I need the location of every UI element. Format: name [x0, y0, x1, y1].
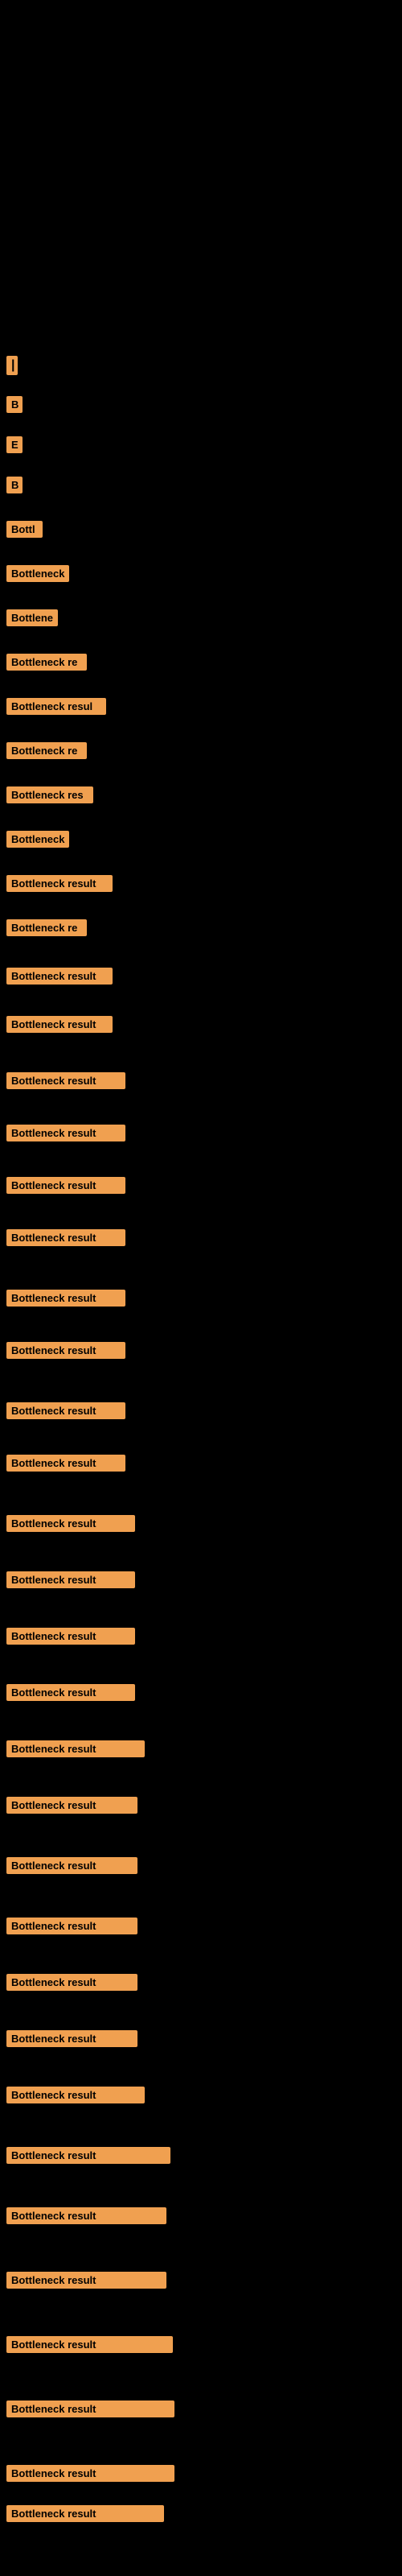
bottleneck-result-label: Bottleneck result: [6, 1684, 135, 1701]
bottleneck-result-label: Bottleneck: [6, 565, 69, 582]
bottleneck-result-label: Bottleneck result: [6, 875, 113, 892]
bottleneck-result-label: Bottleneck result: [6, 1974, 137, 1991]
bottleneck-result-label: Bottleneck result: [6, 1571, 135, 1588]
bottleneck-result-label: Bottleneck re: [6, 654, 87, 671]
bottleneck-result-label: Bottleneck result: [6, 2087, 145, 2103]
bottleneck-result-label: Bottleneck result: [6, 1016, 113, 1033]
bottleneck-result-label: Bottleneck result: [6, 2030, 137, 2047]
bottleneck-result-label: |: [6, 356, 18, 375]
top-chart-area: [0, 10, 402, 356]
bottleneck-result-label: Bottleneck result: [6, 1125, 125, 1141]
bottleneck-result-label: E: [6, 436, 23, 453]
bottleneck-result-label: Bottleneck re: [6, 919, 87, 936]
bottleneck-result-label: Bottleneck result: [6, 1402, 125, 1419]
bottleneck-result-label: Bottleneck re: [6, 742, 87, 759]
bottleneck-result-label: B: [6, 396, 23, 413]
site-title: [0, 0, 402, 10]
bottleneck-result-label: Bottleneck result: [6, 1229, 125, 1246]
bottleneck-result-label: Bottleneck result: [6, 1857, 137, 1874]
bottleneck-result-label: Bottleneck result: [6, 1918, 137, 1934]
bottleneck-result-label: Bottleneck result: [6, 1797, 137, 1814]
bottleneck-result-label: Bottleneck: [6, 831, 69, 848]
bottleneck-result-label: Bottleneck result: [6, 2207, 166, 2224]
results-container: | B E B Bottl Bottleneck Bottlene Bottleneck re…: [0, 356, 402, 2529]
bottleneck-result-label: Bottleneck result: [6, 2465, 174, 2482]
bottleneck-result-label: Bottleneck result: [6, 1177, 125, 1194]
bottleneck-result-label: Bottleneck result: [6, 1342, 125, 1359]
bottleneck-result-label: Bottleneck result: [6, 1455, 125, 1472]
bottleneck-result-label: Bottleneck result: [6, 2336, 173, 2353]
bottleneck-result-label: Bottleneck result: [6, 2147, 170, 2164]
bottleneck-result-label: Bottleneck resul: [6, 698, 106, 715]
bottleneck-result-label: Bottleneck result: [6, 2272, 166, 2289]
bottleneck-result-label: Bottlene: [6, 609, 58, 626]
bottleneck-result-label: Bottleneck res: [6, 786, 93, 803]
bottleneck-result-label: Bottleneck result: [6, 2401, 174, 2417]
bottleneck-result-label: Bottleneck result: [6, 1628, 135, 1645]
bottleneck-result-label: B: [6, 477, 23, 493]
bottleneck-result-label: Bottleneck result: [6, 1072, 125, 1089]
bottleneck-result-label: Bottl: [6, 521, 43, 538]
bottleneck-result-label: Bottleneck result: [6, 2505, 164, 2522]
bottleneck-result-label: Bottleneck result: [6, 1740, 145, 1757]
bottleneck-result-label: Bottleneck result: [6, 968, 113, 985]
bottleneck-result-label: Bottleneck result: [6, 1515, 135, 1532]
bottleneck-result-label: Bottleneck result: [6, 1290, 125, 1307]
